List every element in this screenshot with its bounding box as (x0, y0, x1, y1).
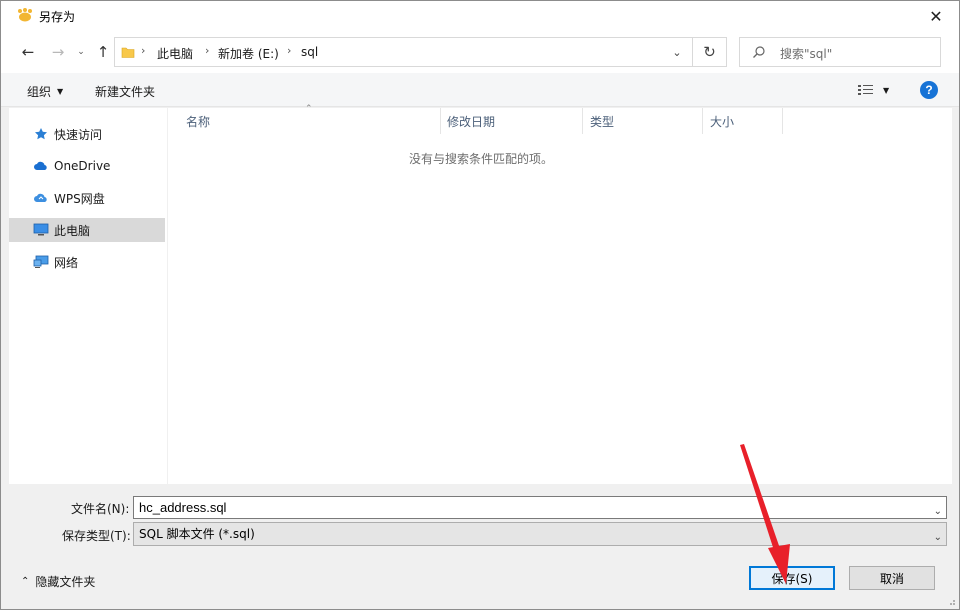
close-icon: ✕ (929, 6, 943, 26)
column-label: 大小 (710, 114, 735, 129)
filetype-value: SQL 脚本文件 (*.sql) (139, 527, 255, 541)
breadcrumb-sql[interactable]: sql (301, 45, 318, 59)
search-placeholder: 搜索"sql" (780, 47, 833, 61)
chevron-down-icon: ⌄ (672, 45, 682, 59)
filetype-select[interactable]: SQL 脚本文件 (*.sql) ⌄ (133, 522, 947, 546)
filetype-label: 保存类型(T): (62, 529, 131, 543)
caret-down-icon: ▼ (883, 85, 890, 95)
sidebar-item-quick-access[interactable]: 快速访问 (9, 122, 165, 146)
sidebar-item-label: OneDrive (54, 159, 111, 173)
help-button[interactable]: ? (920, 81, 938, 99)
details-view-icon (858, 85, 873, 95)
recent-locations-button[interactable]: ⌄ (74, 41, 88, 63)
content-area: 快速访问 OneDrive WPS网盘 此电脑 网络 ⌃ 名称 修改日期 类型 … (9, 104, 952, 484)
sidebar-item-network[interactable]: 网络 (9, 250, 165, 274)
filename-label: 文件名(N): (71, 502, 130, 516)
sidebar-item-label: WPS网盘 (54, 191, 105, 206)
up-button[interactable]: ↑ (92, 41, 114, 63)
arrow-right-icon: → (51, 43, 65, 61)
filename-field[interactable]: hc_address.sql ⌄ (133, 496, 947, 519)
address-bar[interactable]: › 此电脑 › 新加卷 (E:) › sql ⌄ (114, 37, 693, 67)
cancel-button[interactable]: 取消 (849, 566, 935, 590)
save-button[interactable]: 保存(S) (749, 566, 835, 590)
organize-menu[interactable]: 组织 ▼ (27, 83, 63, 100)
refresh-button[interactable]: ↻ (693, 37, 727, 67)
chevron-down-icon: ⌄ (77, 47, 85, 57)
chevron-down-icon: ⌄ (933, 532, 942, 543)
breadcrumb-drive-e[interactable]: 新加卷 (E:) (218, 45, 279, 62)
breadcrumb-separator: › (141, 44, 146, 57)
caret-down-icon: ▼ (57, 87, 64, 96)
command-bar: 组织 ▼ 新建文件夹 ▼ ? (1, 73, 959, 107)
new-folder-button[interactable]: 新建文件夹 (95, 83, 155, 100)
title-bar: 另存为 ✕ (1, 1, 959, 31)
file-list: ⌃ 名称 修改日期 类型 大小 没有与搜索条件匹配的项。 (168, 104, 952, 484)
sidebar-item-label: 此电脑 (54, 223, 91, 238)
star-icon (33, 126, 49, 142)
column-header-type[interactable]: 类型 (582, 108, 703, 134)
hide-folders-toggle[interactable]: ⌃ 隐藏文件夹 (21, 573, 95, 590)
arrow-left-icon: ← (21, 43, 35, 61)
sidebar-item-this-pc[interactable]: 此电脑 (9, 218, 165, 242)
save-as-dialog: 另存为 ✕ ← → ⌄ ↑ › 此电脑 › 新加卷 (E:) › sql ⌄ ↻… (0, 0, 960, 610)
organize-label: 组织 (27, 85, 52, 99)
close-button[interactable]: ✕ (913, 1, 959, 31)
resize-grip-icon[interactable] (946, 596, 956, 606)
column-header-name[interactable]: 名称 (178, 108, 441, 134)
computer-icon (33, 222, 49, 238)
hide-folders-label: 隐藏文件夹 (35, 575, 96, 589)
breadcrumb-this-pc[interactable]: 此电脑 (157, 45, 193, 62)
sidebar-item-wps-cloud[interactable]: WPS网盘 (9, 186, 165, 210)
arrow-up-icon: ↑ (96, 43, 110, 61)
address-dropdown-button[interactable]: ⌄ (662, 38, 692, 66)
app-logo-icon (18, 8, 32, 22)
wps-cloud-icon (33, 190, 49, 206)
search-icon (753, 46, 765, 58)
column-header-date-modified[interactable]: 修改日期 (439, 108, 583, 134)
breadcrumb-separator: › (205, 44, 210, 57)
navigation-bar: ← → ⌄ ↑ › 此电脑 › 新加卷 (E:) › sql ⌄ ↻ 搜索"sq… (1, 31, 959, 73)
empty-results-message: 没有与搜索条件匹配的项。 (408, 152, 553, 166)
chevron-down-icon[interactable]: ⌄ (934, 501, 942, 522)
column-label: 类型 (590, 114, 615, 129)
filename-value: hc_address.sql (139, 500, 227, 515)
chevron-up-icon: ⌃ (21, 576, 30, 587)
breadcrumb-separator: › (287, 44, 292, 57)
window-title: 另存为 (39, 10, 76, 24)
change-view-button[interactable]: ▼ (857, 81, 897, 99)
sidebar-item-label: 网络 (54, 255, 79, 270)
forward-button[interactable]: → (47, 41, 69, 63)
refresh-icon: ↻ (703, 43, 716, 61)
network-icon (33, 254, 49, 270)
back-button[interactable]: ← (17, 41, 39, 63)
column-label: 修改日期 (447, 114, 496, 129)
column-label: 名称 (186, 114, 211, 129)
sidebar-item-label: 快速访问 (54, 127, 103, 142)
search-input[interactable]: 搜索"sql" (739, 37, 941, 67)
sidebar-item-onedrive[interactable]: OneDrive (9, 154, 165, 178)
folder-icon (121, 47, 135, 58)
navigation-pane: 快速访问 OneDrive WPS网盘 此电脑 网络 (9, 108, 166, 484)
column-header-size[interactable]: 大小 (702, 108, 783, 134)
cloud-icon (33, 158, 49, 174)
